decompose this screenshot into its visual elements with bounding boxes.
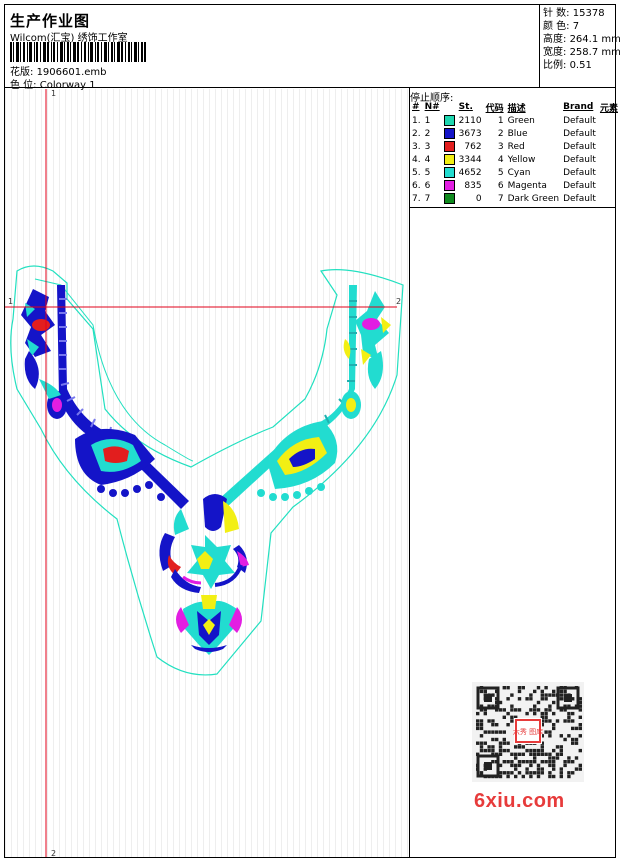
row-element (598, 153, 620, 166)
row-code: 1 (497, 115, 504, 126)
color-swatch (442, 127, 457, 140)
row-index: 2. (412, 128, 421, 139)
marker-h-right: 2 (396, 297, 402, 306)
row-needle: 2 (424, 128, 431, 139)
color-swatch (442, 140, 457, 153)
row-description: Blue (507, 128, 528, 139)
row-index: 4. (412, 154, 421, 165)
center-top-leaf (203, 494, 227, 531)
row-needle: 4 (424, 154, 431, 165)
row-brand: Default (563, 128, 596, 139)
page-title: 生产作业图 (10, 12, 91, 30)
row-code: 5 (497, 167, 504, 178)
marker-h-left: 1 (8, 297, 14, 306)
row-stitches: 835 (464, 180, 482, 191)
row-code: 3 (497, 141, 504, 152)
row-stitches: 3673 (458, 128, 482, 139)
row-index: 3. (412, 141, 421, 152)
row-element (598, 140, 620, 153)
row-brand: Default (563, 141, 596, 152)
color-swatch (442, 114, 457, 127)
row-index: 6. (412, 180, 421, 191)
design-stats: 针 数: 15378 颜 色: 7 高度: 264.1 mm 宽度: 258.7… (539, 4, 620, 88)
color-swatch-icon (443, 180, 455, 191)
stat-stitches: 针 数: 15378 (543, 8, 605, 19)
header-section: 生产作业图 Wilcom(汇宝) 绣饰工作室 花版: 1906601.emb 色… (4, 4, 616, 91)
thread-row: 2. 2 3673 2 Blue Default (410, 127, 620, 140)
row-description: Green (507, 115, 535, 126)
row-stitches: 3344 (458, 154, 482, 165)
row-needle: 1 (424, 115, 431, 126)
row-stitches: 4652 (458, 167, 482, 178)
row-element (598, 192, 620, 205)
thread-row: 3. 3 762 3 Red Default (410, 140, 620, 153)
row-element (598, 127, 620, 140)
thread-row: 5. 5 4652 5 Cyan Default (410, 166, 620, 179)
stat-colors: 颜 色: 7 (543, 21, 580, 32)
qr-stamp-text: 六秀 图库 (513, 727, 543, 736)
color-swatch (442, 153, 457, 166)
row-description: Magenta (507, 180, 547, 191)
qr-code: 六秀 图库 (472, 682, 584, 782)
stat-height: 高度: 264.1 mm (543, 34, 620, 45)
thread-table-header: # N# St. 代码 描述 Brand 元素 (412, 102, 618, 114)
row-stitches: 2110 (458, 115, 482, 126)
row-brand: Default (563, 115, 596, 126)
row-code: 2 (497, 128, 504, 139)
marker-v-bottom: 2 (51, 849, 57, 857)
color-swatch-icon (443, 154, 455, 165)
row-element (598, 179, 620, 192)
row-brand: Default (563, 167, 596, 178)
thread-table: # N# St. 代码 描述 Brand 元素 1. 1 2110 1 Green Def… (410, 100, 620, 205)
thread-row: 7. 7 0 7 Dark Green Default (410, 192, 620, 205)
row-code: 7 (497, 193, 504, 204)
row-index: 7. (412, 193, 421, 204)
row-description: Cyan (507, 167, 531, 178)
row-stitches: 0 (475, 193, 482, 204)
watermark: 6xiu.com (474, 790, 565, 812)
row-needle: 6 (424, 180, 431, 191)
embroidery-preview (5, 89, 404, 857)
row-code: 4 (497, 154, 504, 165)
row-description: Dark Green (507, 193, 560, 204)
thread-row: 4. 4 3344 4 Yellow Default (410, 153, 620, 166)
color-swatch (442, 166, 457, 179)
marker-v-top: 1 (51, 89, 57, 98)
embroidery-design-canvas: 1 2 1 2 (5, 89, 409, 857)
row-brand: Default (563, 180, 596, 191)
row-index: 5. (412, 167, 421, 178)
color-swatch (442, 192, 457, 205)
stat-width: 宽度: 258.7 mm (543, 47, 620, 58)
row-needle: 5 (424, 167, 431, 178)
color-swatch (442, 179, 457, 192)
color-swatch-icon (443, 167, 455, 178)
row-code: 6 (497, 180, 504, 191)
color-swatch-icon (443, 115, 455, 126)
row-needle: 3 (424, 141, 431, 152)
thread-row: 1. 1 2110 1 Green Default (410, 114, 620, 127)
stat-scale: 比例: 0.51 (543, 60, 592, 71)
color-swatch-icon (443, 193, 455, 204)
thread-row: 6. 6 835 6 Magenta Default (410, 179, 620, 192)
row-element (598, 166, 620, 179)
color-swatch-icon (443, 141, 455, 152)
row-needle: 7 (424, 193, 431, 204)
row-stitches: 762 (464, 141, 482, 152)
row-brand: Default (563, 193, 596, 204)
barcode (10, 42, 146, 62)
row-description: Red (507, 141, 525, 152)
color-swatch-icon (443, 128, 455, 139)
row-description: Yellow (507, 154, 536, 165)
row-brand: Default (563, 154, 596, 165)
row-element (598, 114, 620, 127)
row-index: 1. (412, 115, 421, 126)
panel-separator (410, 207, 615, 208)
